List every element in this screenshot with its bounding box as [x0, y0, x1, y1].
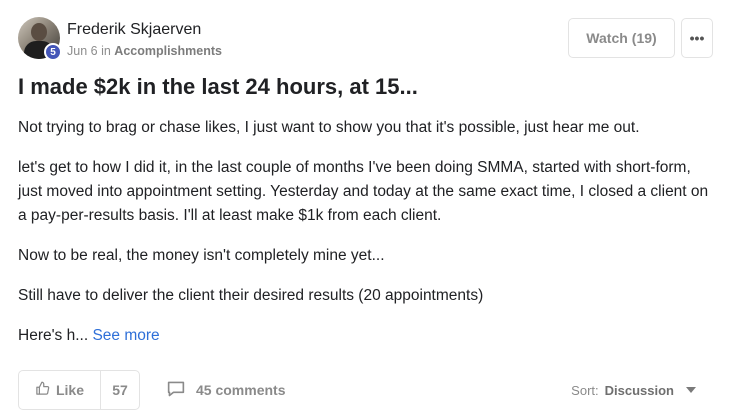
caret-down-icon	[686, 387, 696, 393]
category-link[interactable]: Accomplishments	[114, 44, 222, 58]
comments-label: 45 comments	[196, 382, 286, 398]
see-more-link[interactable]: See more	[92, 327, 159, 344]
level-badge: 5	[44, 43, 62, 61]
more-options-button[interactable]: •••	[681, 18, 713, 58]
post-meta: Jun 6 in Accomplishments	[67, 44, 222, 58]
sort-value: Discussion	[604, 382, 674, 398]
more-icon: •••	[689, 30, 705, 46]
like-group: Like 57	[18, 370, 140, 410]
like-label: Like	[55, 382, 84, 398]
avatar-head	[31, 23, 47, 41]
post-paragraph: Now to be real, the money isn't complete…	[18, 247, 385, 264]
author-name[interactable]: Frederik Skjaerven	[67, 21, 201, 39]
watch-label: Watch	[586, 30, 628, 46]
watch-button[interactable]: Watch (19)	[568, 18, 675, 58]
thumbs-up-icon	[35, 381, 50, 399]
sort-dropdown[interactable]: Sort: Discussion	[571, 370, 696, 410]
post-paragraph: let's get to how I did it, in the last c…	[18, 159, 709, 224]
like-count[interactable]: 57	[101, 371, 139, 409]
post-paragraph: Not trying to brag or chase likes, I jus…	[18, 119, 640, 136]
post-truncated-paragraph: Here's h... See more	[18, 324, 718, 348]
post-footer: Like 57 45 comments Sort: Discussion	[18, 370, 714, 410]
post-header: 5 Frederik Skjaerven Jun 6 in Accomplish…	[18, 17, 714, 61]
comment-bubble-icon	[166, 380, 186, 401]
post-paragraph: Still have to deliver the client their d…	[18, 287, 484, 304]
sort-label: Sort:	[571, 382, 599, 398]
comments-link[interactable]: 45 comments	[166, 370, 285, 410]
post-title: I made $2k in the last 24 hours, at 15..…	[18, 74, 418, 99]
like-button[interactable]: Like	[19, 371, 101, 409]
watch-count: (19)	[631, 30, 657, 46]
post-date[interactable]: Jun 6	[67, 44, 98, 58]
truncated-text: Here's h...	[18, 327, 89, 344]
post-body: Not trying to brag or chase likes, I jus…	[18, 116, 718, 364]
in-label: in	[101, 44, 111, 58]
